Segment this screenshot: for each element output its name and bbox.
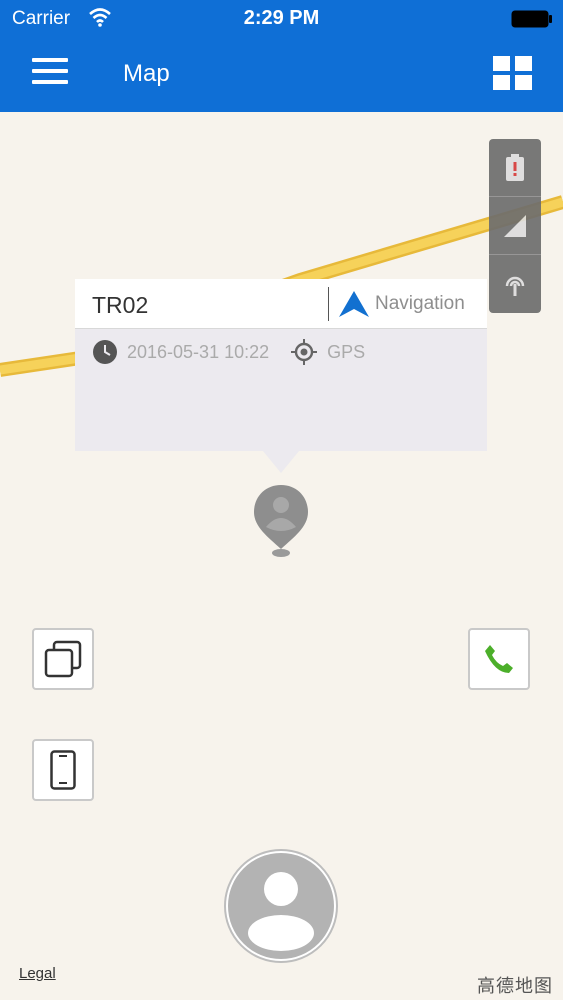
phone-call-icon: [485, 645, 513, 673]
map-toolbar: [489, 139, 541, 313]
grid-cell: [515, 56, 532, 71]
legal-link[interactable]: Legal: [19, 965, 56, 982]
device-info-popup: TR02 Navigation 2016-05-31 10:22 GPS: [75, 279, 487, 451]
call-button[interactable]: [468, 628, 530, 690]
hamburger-line: [32, 69, 68, 73]
navigation-arrow-icon: [339, 291, 369, 317]
nav-bar: Map: [0, 38, 563, 112]
status-time: 2:29 PM: [243, 7, 320, 29]
device-button[interactable]: [32, 739, 94, 801]
antenna-button[interactable]: [489, 255, 541, 313]
battery-status-button[interactable]: [489, 139, 541, 197]
device-location-pin-icon[interactable]: [252, 483, 310, 559]
antenna-icon: [505, 276, 525, 296]
phone-device-icon: [50, 750, 76, 790]
grid-cell: [493, 75, 510, 90]
battery-alert-icon: [506, 153, 524, 181]
page-title: Map: [123, 60, 170, 87]
hamburger-line: [32, 80, 68, 84]
menu-button[interactable]: [32, 58, 68, 88]
status-bar: Carrier 2:29 PM: [0, 0, 563, 38]
popup-info-row: 2016-05-31 10:22 GPS: [93, 339, 365, 365]
gps-target-icon: [291, 339, 318, 365]
battery-icon: [511, 10, 552, 28]
hamburger-menu-icon: [32, 58, 68, 62]
location-source: GPS: [327, 341, 366, 362]
navigation-button[interactable]: Navigation: [339, 290, 465, 318]
clock-icon: [93, 340, 117, 364]
popup-pointer: [263, 451, 299, 473]
grid-cell: [515, 75, 532, 90]
popup-header: TR02 Navigation: [75, 279, 487, 329]
user-avatar-icon: [228, 853, 334, 959]
signal-strength-icon: [504, 214, 526, 237]
navigation-label: Navigation: [375, 293, 465, 314]
layers-icon: [44, 640, 82, 678]
grid-view-button[interactable]: [493, 56, 533, 90]
popup-divider: [328, 287, 329, 321]
timestamp: 2016-05-31 10:22: [127, 341, 270, 362]
map-brand-logo: 高德地图: [477, 976, 553, 996]
user-avatar-button[interactable]: [224, 849, 338, 963]
layers-button[interactable]: [32, 628, 94, 690]
gps-info: GPS: [291, 339, 365, 365]
device-name: TR02: [92, 292, 149, 318]
grid-view-icon: [493, 56, 510, 71]
signal-button[interactable]: [489, 197, 541, 255]
top-bar: Carrier 2:29 PM Map: [0, 0, 563, 112]
